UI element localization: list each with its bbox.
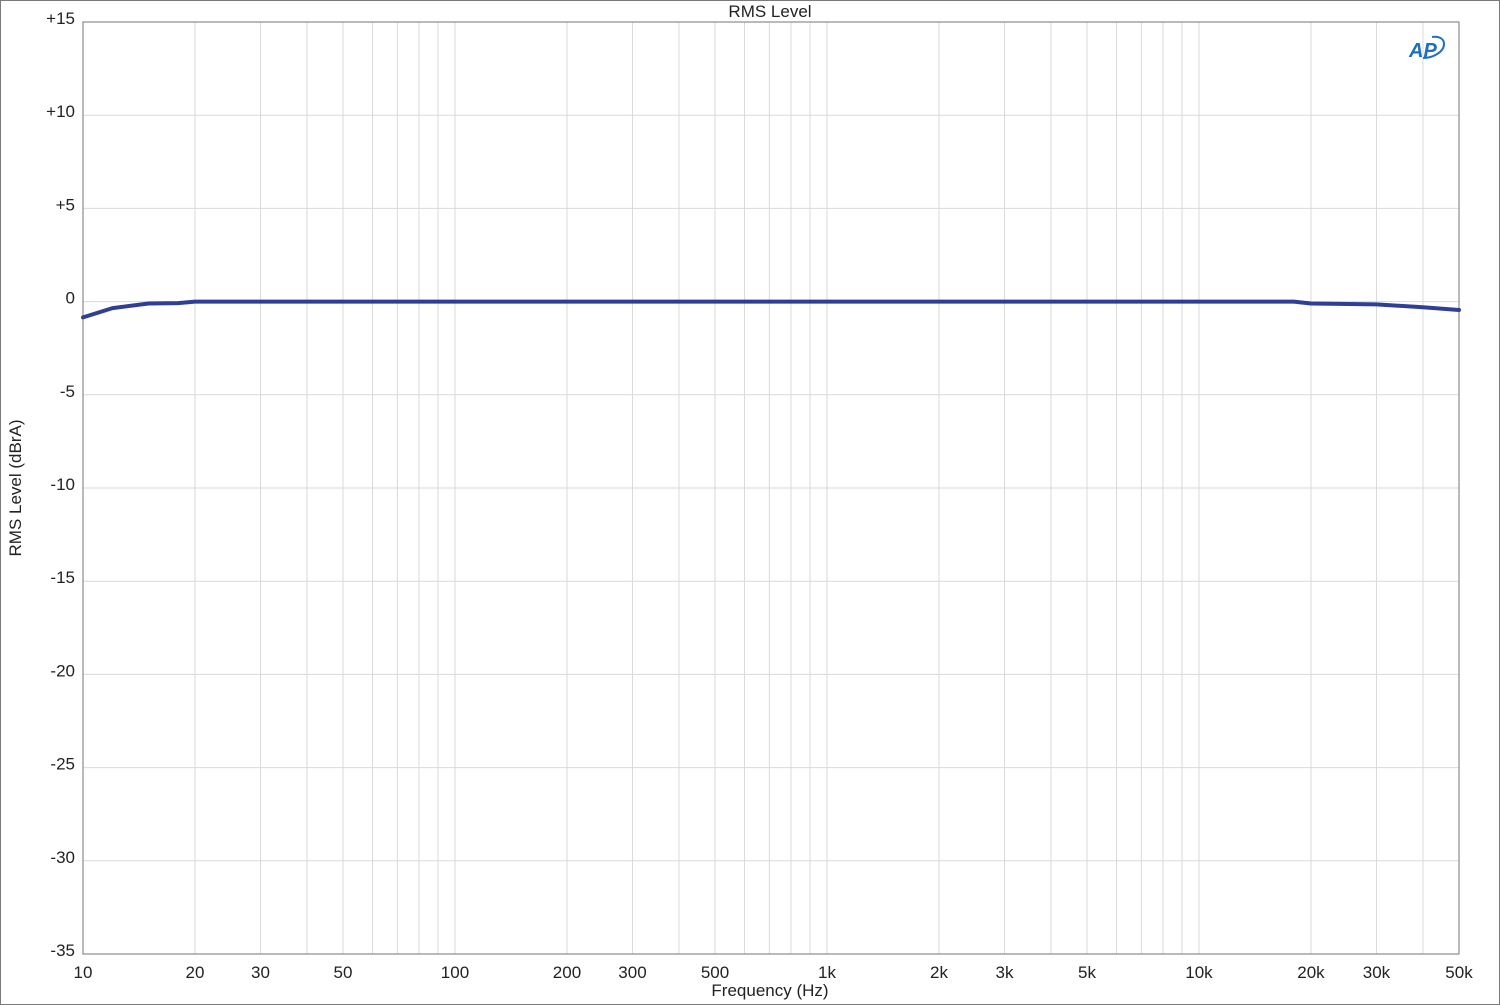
y-tick-label: -30 [50,848,75,867]
y-tick-label: +15 [46,9,75,28]
chart-title: RMS Level [728,2,811,21]
y-tick-label: +10 [46,102,75,121]
grid-layer [82,21,1460,955]
rms-level-chart: RMS Level Frequency (Hz) RMS Level (dBrA… [6,2,1473,1000]
series-line [81,299,1461,320]
x-tick-label: 500 [701,963,729,982]
x-tick-label: 50 [334,963,353,982]
x-tick-label: 300 [618,963,646,982]
y-tick-label: -5 [60,382,75,401]
x-tick-label: 200 [553,963,581,982]
x-tick-label: 30 [251,963,270,982]
ap-logo: AP [1408,35,1446,62]
x-tick-label: 2k [930,963,948,982]
x-tick-label: 10 [74,963,93,982]
x-tick-label: 1k [818,963,836,982]
x-tick-label: 10k [1185,963,1213,982]
y-tick-label: +5 [56,195,75,214]
x-tick-label: 30k [1363,963,1391,982]
series-layer [81,299,1461,320]
x-tick-label: 20k [1297,963,1325,982]
x-tick-label: 100 [441,963,469,982]
y-axis-label: RMS Level (dBrA) [6,420,25,557]
y-tick-label: 0 [66,289,75,308]
y-tick-label: -10 [50,475,75,494]
y-tick-label: -20 [50,661,75,680]
y-tick-label: -15 [50,568,75,587]
y-tick-label: -35 [50,941,75,960]
x-tick-label: 20 [186,963,205,982]
ap-logo-text: AP [1408,40,1437,62]
x-tick-label: 3k [995,963,1013,982]
y-tick-label: -25 [50,755,75,774]
x-tick-label: 5k [1078,963,1096,982]
x-axis-label: Frequency (Hz) [711,981,828,1000]
x-tick-label: 50k [1445,963,1473,982]
